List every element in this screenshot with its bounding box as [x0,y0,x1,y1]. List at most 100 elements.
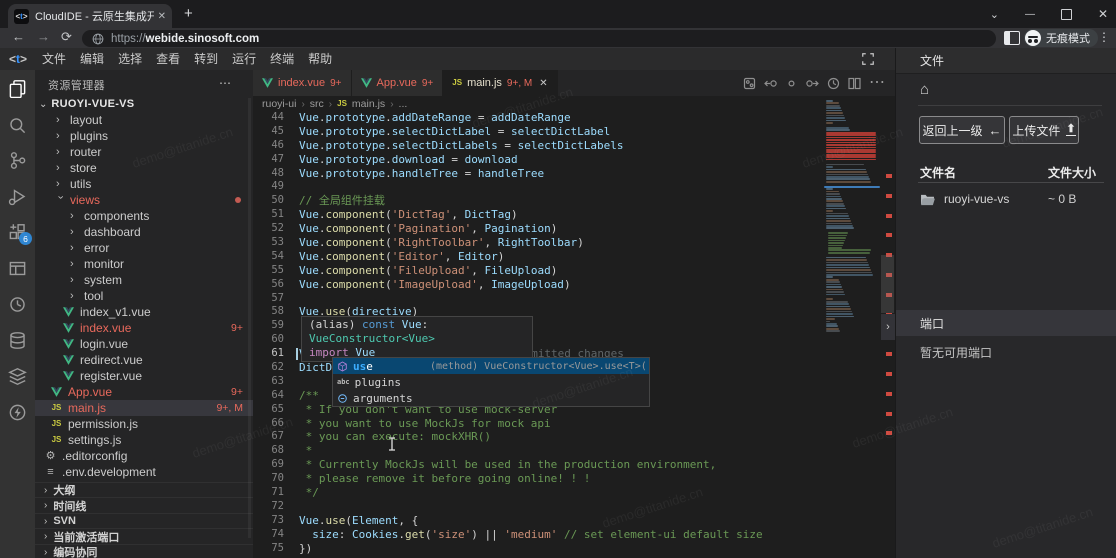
back-parent-button[interactable]: 返回上一级 ← [919,116,1005,144]
tree-folder-components[interactable]: ›components [35,208,253,224]
code-line[interactable]: 70 * please remove it before going onlin… [253,472,895,486]
tree-folder-plugins[interactable]: ›plugins [35,128,253,144]
section-编码协同[interactable]: ›编码协同 [35,544,253,558]
tree-file-permission.js[interactable]: JSpermission.js [35,416,253,432]
side-panel-icon[interactable] [1004,31,1020,45]
browser-reload-icon[interactable]: ⟳ [61,29,72,45]
code-line[interactable]: 75}) [253,542,895,556]
suggest-item-plugins[interactable]: abcplugins [333,374,649,390]
window-maximize-icon[interactable] [1061,9,1072,20]
tree-file-redirect.vue[interactable]: redirect.vue [35,352,253,368]
breadcrumb-item[interactable]: src [310,98,324,110]
panel-collapse-chevron[interactable]: › [881,314,895,340]
browser-menu-icon[interactable]: ⋮ [1098,30,1110,44]
code-line[interactable]: 46Vue.prototype.selectDictLabels = selec… [253,139,895,153]
code-line[interactable]: 68 * [253,444,895,458]
tab-close-icon[interactable]: ✕ [158,11,166,22]
code-line[interactable]: 53Vue.component('RightToolbar', RightToo… [253,236,895,250]
new-tab-button[interactable]: + [184,5,193,22]
code-line[interactable]: 45Vue.prototype.selectDictLabel = select… [253,125,895,139]
code-line[interactable]: 51Vue.component('DictTag', DictTag) [253,208,895,222]
tree-file-index_v1.vue[interactable]: index_v1.vue [35,304,253,320]
window-minimize-icon[interactable]: — [1025,9,1035,20]
section-大纲[interactable]: ›大纲 [35,482,253,499]
tree-folder-dashboard[interactable]: ›dashboard [35,224,253,240]
code-line[interactable]: 47Vue.prototype.download = download [253,153,895,167]
browser-forward-icon[interactable]: → [37,29,50,44]
navigate-position-icon[interactable] [785,77,798,90]
menu-item-运行[interactable]: 运行 [227,52,261,66]
menu-item-文件[interactable]: 文件 [37,52,71,66]
run-history-icon[interactable] [827,77,840,90]
tree-file-.editorconfig[interactable]: ⚙.editorconfig [35,448,253,464]
tree-file-settings.js[interactable]: JSsettings.js [35,432,253,448]
home-icon[interactable]: ⌂ [920,81,929,98]
files-icon[interactable] [0,74,35,102]
more-actions-icon[interactable]: ⋯ [869,75,885,91]
tree-folder-monitor[interactable]: ›monitor [35,256,253,272]
code-line[interactable]: 52Vue.component('Pagination', Pagination… [253,222,895,236]
code-line[interactable]: 67 * you can execute: mockXHR() [253,430,895,444]
upload-file-button[interactable]: 上传文件 ⬆ [1009,116,1079,144]
explorer-scrollbar[interactable] [248,98,251,538]
open-changes-icon[interactable] [743,77,756,90]
preview-icon[interactable] [0,254,35,282]
tree-folder-layout[interactable]: ›layout [35,112,253,128]
tree-folder-store[interactable]: ›store [35,160,253,176]
tree-folder-system[interactable]: ›system [35,272,253,288]
code-line[interactable]: 71 */ [253,486,895,500]
run-debug-icon[interactable] [0,182,35,210]
address-bar[interactable]: https:// webide.sinosoft.com [82,30,996,47]
tree-folder-utils[interactable]: ›utils [35,176,253,192]
navigate-forward-icon[interactable] [806,77,819,90]
fullscreen-icon[interactable] [862,53,874,65]
tree-folder-error[interactable]: ›error [35,240,253,256]
menu-item-编辑[interactable]: 编辑 [75,52,109,66]
code-line[interactable]: 56Vue.component('ImageUpload', ImageUplo… [253,278,895,292]
suggest-item-use[interactable]: use(method) VueConstructor<Vue>.use<T>(p… [333,358,649,374]
code-line[interactable]: 66 * you want to use MockJs for mock api [253,417,895,431]
history-icon[interactable] [0,290,35,318]
menu-item-查看[interactable]: 查看 [151,52,185,66]
database-icon[interactable] [0,326,35,354]
ports-section-header[interactable]: 端口 [896,310,1116,336]
tab-close-icon[interactable]: ✕ [539,78,547,89]
browser-back-icon[interactable]: ← [12,29,25,44]
code-line[interactable]: 50// 全局组件挂载 [253,194,895,208]
code-line[interactable]: 44Vue.prototype.addDateRange = addDateRa… [253,111,895,125]
menu-item-终端[interactable]: 终端 [265,52,299,66]
section-当前激活端口[interactable]: ›当前激活端口 [35,528,253,545]
breadcrumb-item[interactable]: main.js [352,98,385,110]
tree-file-App.vue[interactable]: App.vue9+ [35,384,253,400]
tree-folder-views[interactable]: ›views [35,192,253,208]
explorer-more-icon[interactable]: ⋯ [219,76,231,90]
tree-file-register.vue[interactable]: register.vue [35,368,253,384]
thunder-icon[interactable] [0,398,35,426]
editor-scrollbar-thumb[interactable] [881,255,894,313]
tree-file-.env.development[interactable]: ≡.env.development [35,464,253,480]
section-时间线[interactable]: ›时间线 [35,497,253,514]
tree-folder-tool[interactable]: ›tool [35,288,253,304]
window-close-icon[interactable]: ✕ [1098,7,1108,21]
editor-tab-App.vue[interactable]: App.vue9+ [352,70,444,96]
split-editor-icon[interactable] [848,77,861,90]
breadcrumb-item[interactable]: ruoyi-ui [262,98,296,110]
tree-folder-router[interactable]: ›router [35,144,253,160]
breadcrumb[interactable]: ruoyi-ui›src›JSmain.js›... [262,97,407,111]
code-line[interactable]: 74 size: Cookies.get('size') || 'medium'… [253,528,895,542]
code-line[interactable]: 49 [253,180,895,194]
menu-item-选择[interactable]: 选择 [113,52,147,66]
source-control-icon[interactable] [0,146,35,174]
window-menu-chevron-icon[interactable]: ⌄ [990,8,999,21]
tree-file-main.js[interactable]: JSmain.js9+, M [35,400,253,416]
section-SVN[interactable]: ›SVN [35,513,253,530]
minimap[interactable] [824,100,880,350]
editor-tab-index.vue[interactable]: index.vue9+ [253,70,352,96]
tree-file-index.vue[interactable]: index.vue9+ [35,320,253,336]
menu-item-帮助[interactable]: 帮助 [303,52,337,66]
menu-item-转到[interactable]: 转到 [189,52,223,66]
code-line[interactable]: 54Vue.component('Editor', Editor) [253,250,895,264]
editor-tab-main.js[interactable]: JSmain.js9+, M✕ [443,70,557,96]
layers-icon[interactable] [0,362,35,390]
tree-root[interactable]: ⌄ RUOYI-VUE-VS [35,95,253,113]
